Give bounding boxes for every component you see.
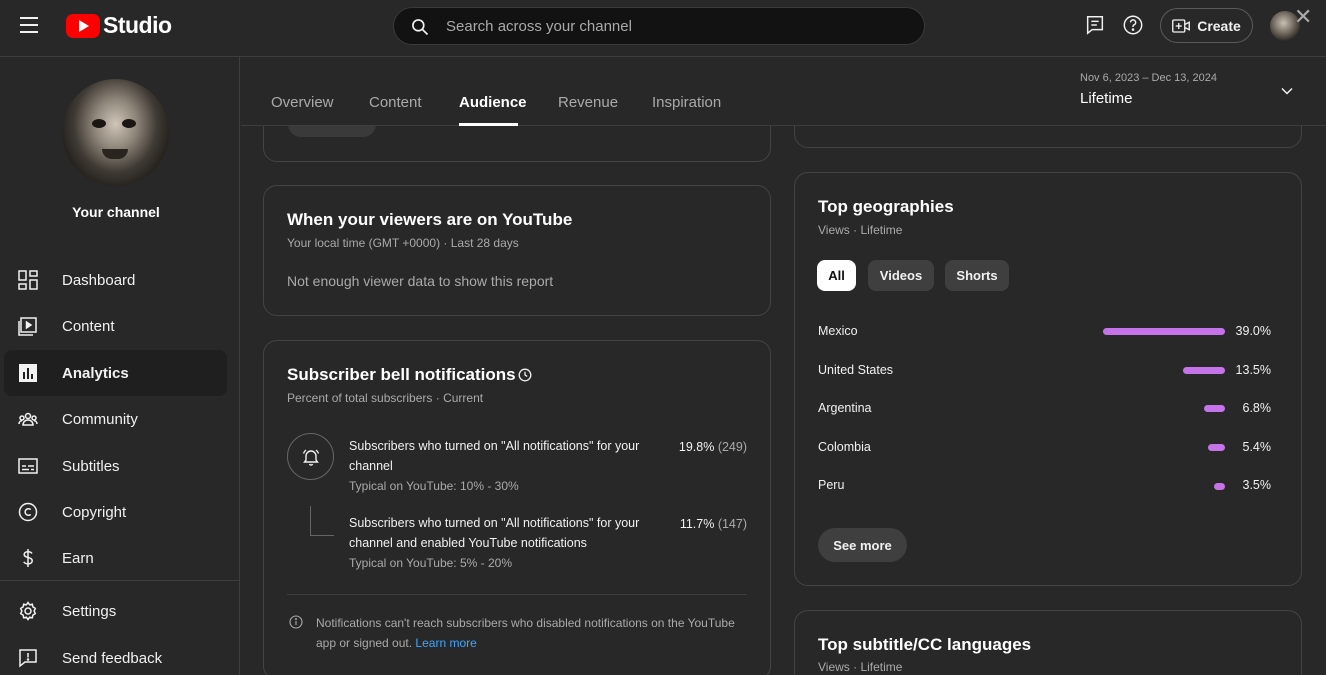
see-more-button[interactable]: See more — [818, 528, 907, 562]
analytics-icon — [19, 364, 37, 382]
chip-shorts[interactable]: Shorts — [945, 260, 1009, 291]
search-icon — [412, 19, 429, 36]
create-video-icon — [1172, 18, 1191, 33]
chip-all[interactable]: All — [817, 260, 856, 291]
earn-icon — [23, 549, 33, 567]
sidebar-item-label: Send feedback — [62, 649, 163, 667]
sidebar-divider — [0, 580, 240, 581]
chip-videos[interactable]: Videos — [868, 260, 934, 291]
subtitles-icon — [18, 458, 38, 474]
community-icon — [18, 412, 38, 426]
tab-overview[interactable]: Overview — [271, 94, 334, 111]
geo-value: 6.8% — [1242, 401, 1272, 415]
active-tab-indicator — [459, 123, 518, 126]
sidebar: Your channel Dashboard Content Analytics… — [0, 57, 240, 675]
geo-value: 13.5% — [1235, 363, 1271, 377]
viewers-time-card: When your viewers are on YouTube Your lo… — [263, 185, 771, 316]
geo-name: Argentina — [818, 401, 872, 415]
channel-label: Your channel — [72, 204, 160, 220]
create-button[interactable]: Create — [1160, 8, 1253, 43]
help-icon[interactable] — [1122, 14, 1144, 36]
geo-value: 5.4% — [1242, 440, 1272, 454]
sidebar-item-label: Earn — [62, 549, 94, 567]
sidebar-item-label: Copyright — [62, 503, 127, 521]
sidebar-item-label: Dashboard — [62, 271, 136, 289]
geo-name: Colombia — [818, 440, 871, 454]
sidebar-item-label: Settings — [62, 602, 117, 620]
dashboard-icon — [18, 270, 38, 290]
geo-bar — [1103, 328, 1225, 335]
channel-avatar[interactable] — [62, 79, 169, 186]
top-geographies-card: Top geographies Views · Lifetime All Vid… — [794, 172, 1302, 586]
bell-row-text: Subscribers who turned on "All notificat… — [349, 439, 640, 473]
geo-name: Peru — [818, 478, 845, 492]
clock-icon[interactable] — [518, 368, 532, 382]
sidebar-item-send-feedback[interactable]: Send feedback — [4, 635, 227, 675]
sidebar-item-earn[interactable]: Earn — [4, 535, 227, 581]
gear-icon — [19, 601, 37, 621]
bell-notifications-card: Subscriber bell notifications Percent of… — [263, 340, 771, 675]
sidebar-item-label: Content — [62, 317, 115, 335]
bell-row-value: 11.7% (147) — [679, 517, 747, 531]
sidebar-item-settings[interactable]: Settings — [4, 588, 227, 634]
sidebar-item-label: Community — [62, 410, 138, 428]
notification-footnote: Notifications can't reach subscribers wh… — [316, 616, 735, 650]
content-icon — [18, 317, 37, 336]
card-title: Top geographies — [818, 197, 954, 216]
geo-value: 39.0% — [1235, 324, 1271, 338]
comment-icon[interactable] — [1084, 14, 1106, 36]
card-subtitle: Your local time (GMT +0000) · Last 28 da… — [287, 236, 519, 250]
learn-more-link[interactable]: Learn more — [415, 636, 476, 650]
sidebar-item-subtitles[interactable]: Subtitles — [4, 443, 227, 489]
card-title: Top subtitle/CC languages — [818, 635, 1032, 654]
close-icon[interactable]: ✕ — [1294, 6, 1312, 28]
sidebar-item-copyright[interactable]: Copyright — [4, 489, 227, 535]
card-title: When your viewers are on YouTube — [287, 210, 573, 229]
tab-content[interactable]: Content — [369, 94, 422, 111]
card-divider — [287, 594, 747, 595]
chevron-down-icon[interactable] — [1280, 84, 1294, 98]
feedback-icon — [19, 649, 37, 668]
tab-inspiration[interactable]: Inspiration — [652, 94, 721, 111]
sidebar-item-analytics[interactable]: Analytics — [4, 350, 227, 396]
bell-icon-wrapper — [287, 433, 334, 480]
geo-value: 3.5% — [1242, 478, 1272, 492]
menu-icon[interactable] — [20, 17, 38, 33]
youtube-logo-icon — [66, 13, 100, 38]
sidebar-item-content[interactable]: Content — [4, 303, 227, 349]
sidebar-item-label: Subtitles — [62, 457, 120, 475]
logo-text: Studio — [103, 12, 172, 38]
search-bar[interactable] — [393, 7, 925, 45]
bell-icon — [302, 448, 319, 466]
info-icon — [289, 615, 303, 629]
date-range[interactable]: Nov 6, 2023 – Dec 13, 2024 — [1080, 72, 1217, 84]
bell-row-typical: Typical on YouTube: 10% - 30% — [349, 479, 519, 493]
empty-message: Not enough viewer data to show this repo… — [287, 273, 554, 289]
copyright-icon — [18, 502, 38, 522]
geo-name: United States — [818, 363, 894, 377]
top-bar: Studio Create ✕ — [0, 0, 1326, 57]
studio-logo[interactable]: Studio — [66, 12, 172, 39]
bell-row-value: 19.8% (249) — [678, 440, 747, 454]
create-label: Create — [1197, 17, 1241, 34]
geo-name: Mexico — [818, 324, 858, 338]
card-subtitle: Views · Lifetime — [818, 223, 903, 237]
tab-audience[interactable]: Audience — [459, 94, 527, 111]
analytics-tabs-bar: Overview Content Audience Revenue Inspir… — [241, 57, 1326, 126]
search-input[interactable] — [446, 8, 906, 44]
card-title: Subscriber bell notifications — [287, 365, 516, 384]
sidebar-item-dashboard[interactable]: Dashboard — [4, 257, 227, 303]
date-period-label[interactable]: Lifetime — [1080, 90, 1133, 107]
card-subtitle: Views · Lifetime — [818, 660, 903, 674]
card-subtitle: Percent of total subscribers · Current — [287, 391, 484, 405]
tree-connector — [310, 506, 334, 536]
top-subtitle-languages-card: Top subtitle/CC languages Views · Lifeti… — [794, 610, 1302, 675]
sidebar-item-community[interactable]: Community — [4, 396, 227, 442]
bell-row-text: Subscribers who turned on "All notificat… — [349, 516, 640, 550]
tab-revenue[interactable]: Revenue — [558, 94, 618, 111]
bell-row-typical: Typical on YouTube: 5% - 20% — [349, 556, 512, 570]
sidebar-item-label: Analytics — [62, 364, 129, 382]
